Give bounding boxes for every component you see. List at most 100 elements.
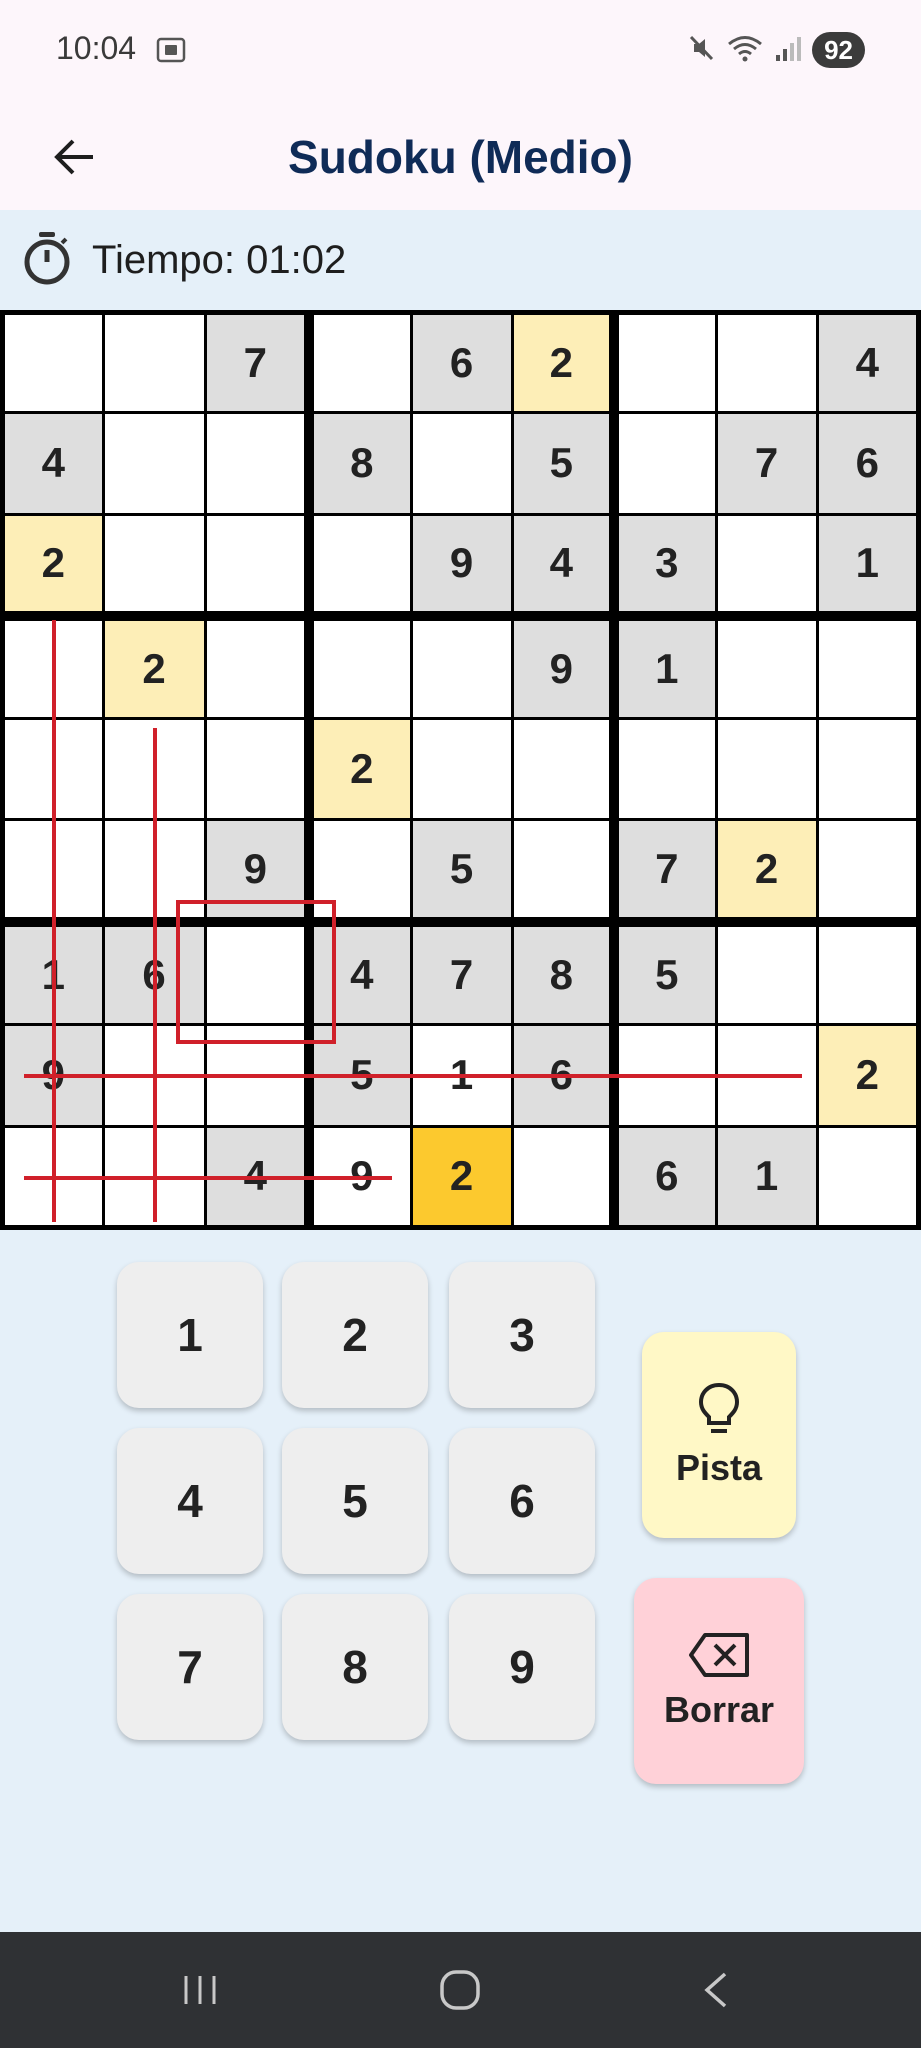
board-cell-r9c2[interactable]	[104, 1127, 204, 1225]
board-cell-r2c1[interactable]: 4	[5, 413, 102, 513]
board-cell-r7c9[interactable]	[818, 927, 916, 1023]
board-cell-r2c4[interactable]: 8	[314, 413, 410, 513]
board-cell-r7c2[interactable]: 6	[104, 927, 204, 1023]
page-title: Sudoku (Medio)	[288, 131, 633, 183]
board-cell-r7c8[interactable]	[717, 927, 816, 1023]
board-cell-r2c8[interactable]: 7	[717, 413, 816, 513]
erase-button[interactable]: Borrar	[634, 1578, 804, 1784]
board-cell-r6c9[interactable]	[818, 820, 916, 917]
board-cell-r9c1[interactable]	[5, 1127, 102, 1225]
board-cell-r6c1[interactable]	[5, 820, 102, 917]
board-cell-r5c2[interactable]	[104, 719, 204, 818]
board-cell-r2c7[interactable]	[619, 413, 715, 513]
board-cell-r2c3[interactable]	[206, 413, 304, 513]
board-cell-r7c4[interactable]: 4	[314, 927, 410, 1023]
board-cell-r8c6[interactable]: 6	[513, 1025, 609, 1125]
board-cell-r3c7[interactable]: 3	[619, 515, 715, 611]
home-button[interactable]	[420, 1960, 500, 2020]
board-cell-r3c4[interactable]	[314, 515, 410, 611]
board-cell-r9c7[interactable]: 6	[619, 1127, 715, 1225]
board-cell-r1c5[interactable]: 6	[412, 315, 511, 411]
board-cell-r7c3[interactable]	[206, 927, 304, 1023]
board-cell-r4c1[interactable]	[5, 621, 102, 717]
hint-button[interactable]: Pista	[642, 1332, 796, 1538]
board-cell-r1c4[interactable]	[314, 315, 410, 411]
number-key-5[interactable]: 5	[282, 1428, 428, 1574]
board-cell-r2c5[interactable]	[412, 413, 511, 513]
number-key-8[interactable]: 8	[282, 1594, 428, 1740]
board-cell-r9c5[interactable]: 2	[412, 1127, 511, 1225]
board-cell-r5c5[interactable]	[412, 719, 511, 818]
backspace-icon	[689, 1633, 749, 1677]
board-cell-r7c6[interactable]: 8	[513, 927, 609, 1023]
board-cell-r3c8[interactable]	[717, 515, 816, 611]
board-cell-r6c6[interactable]	[513, 820, 609, 917]
number-key-2[interactable]: 2	[282, 1262, 428, 1408]
board-cell-r2c2[interactable]	[104, 413, 204, 513]
board-cell-r7c1[interactable]: 1	[5, 927, 102, 1023]
board-cell-r6c5[interactable]: 5	[412, 820, 511, 917]
board-cell-r3c5[interactable]: 9	[412, 515, 511, 611]
board-cell-r5c3[interactable]	[206, 719, 304, 818]
board-cell-r1c7[interactable]	[619, 315, 715, 411]
board-cell-r6c2[interactable]	[104, 820, 204, 917]
board-cell-r4c6[interactable]: 9	[513, 621, 609, 717]
board-cell-r4c8[interactable]	[717, 621, 816, 717]
number-key-3[interactable]: 3	[449, 1262, 595, 1408]
board-cell-r4c5[interactable]	[412, 621, 511, 717]
board-cell-r5c1[interactable]	[5, 719, 102, 818]
board-cell-r9c6[interactable]	[513, 1127, 609, 1225]
board-cell-r4c3[interactable]	[206, 621, 304, 717]
board-cell-r6c4[interactable]	[314, 820, 410, 917]
board-cell-r3c6[interactable]: 4	[513, 515, 609, 611]
board-cell-r2c9[interactable]: 6	[818, 413, 916, 513]
board-cell-r9c4[interactable]: 9	[314, 1127, 410, 1225]
board-cell-r3c9[interactable]: 1	[818, 515, 916, 611]
board-cell-r9c8[interactable]: 1	[717, 1127, 816, 1225]
board-cell-r8c5[interactable]: 1	[412, 1025, 511, 1125]
board-cell-r8c2[interactable]	[104, 1025, 204, 1125]
recent-apps-button[interactable]	[160, 1960, 240, 2020]
number-key-9[interactable]: 9	[449, 1594, 595, 1740]
board-cell-r4c2[interactable]: 2	[104, 621, 204, 717]
board-cell-r1c3[interactable]: 7	[206, 315, 304, 411]
board-cell-r2c6[interactable]: 5	[513, 413, 609, 513]
board-cell-r8c8[interactable]	[717, 1025, 816, 1125]
board-cell-r3c1[interactable]: 2	[5, 515, 102, 611]
recent-apps-icon	[184, 1976, 216, 2004]
board-cell-r6c7[interactable]: 7	[619, 820, 715, 917]
number-key-7[interactable]: 7	[117, 1594, 263, 1740]
number-key-4[interactable]: 4	[117, 1428, 263, 1574]
board-cell-r5c8[interactable]	[717, 719, 816, 818]
board-cell-r4c7[interactable]: 1	[619, 621, 715, 717]
board-cell-r1c2[interactable]	[104, 315, 204, 411]
board-cell-r8c1[interactable]: 9	[5, 1025, 102, 1125]
board-cell-r6c8[interactable]: 2	[717, 820, 816, 917]
board-cell-r5c4[interactable]: 2	[314, 719, 410, 818]
board-cell-r9c3[interactable]: 4	[206, 1127, 304, 1225]
board-cell-r6c3[interactable]: 9	[206, 820, 304, 917]
number-key-1[interactable]: 1	[117, 1262, 263, 1408]
board-cell-r1c1[interactable]	[5, 315, 102, 411]
number-key-6[interactable]: 6	[449, 1428, 595, 1574]
board-cell-r7c7[interactable]: 5	[619, 927, 715, 1023]
board-cell-r4c9[interactable]	[818, 621, 916, 717]
back-nav-button[interactable]	[676, 1960, 756, 2020]
board-cell-r8c9[interactable]: 2	[818, 1025, 916, 1125]
board-cell-r1c9[interactable]: 4	[818, 315, 916, 411]
board-cell-r8c7[interactable]	[619, 1025, 715, 1125]
board-cell-r8c4[interactable]: 5	[314, 1025, 410, 1125]
board-cell-r3c3[interactable]	[206, 515, 304, 611]
board-cell-r5c7[interactable]	[619, 719, 715, 818]
board-cell-r7c5[interactable]: 7	[412, 927, 511, 1023]
board-cell-r5c9[interactable]	[818, 719, 916, 818]
system-nav-bar	[0, 1932, 921, 2048]
board-cell-r9c9[interactable]	[818, 1127, 916, 1225]
board-cell-r3c2[interactable]	[104, 515, 204, 611]
board-cell-r5c6[interactable]	[513, 719, 609, 818]
board-cell-r1c8[interactable]	[717, 315, 816, 411]
back-button[interactable]	[40, 122, 110, 192]
board-cell-r4c4[interactable]	[314, 621, 410, 717]
board-cell-r8c3[interactable]	[206, 1025, 304, 1125]
board-cell-r1c6[interactable]: 2	[513, 315, 609, 411]
